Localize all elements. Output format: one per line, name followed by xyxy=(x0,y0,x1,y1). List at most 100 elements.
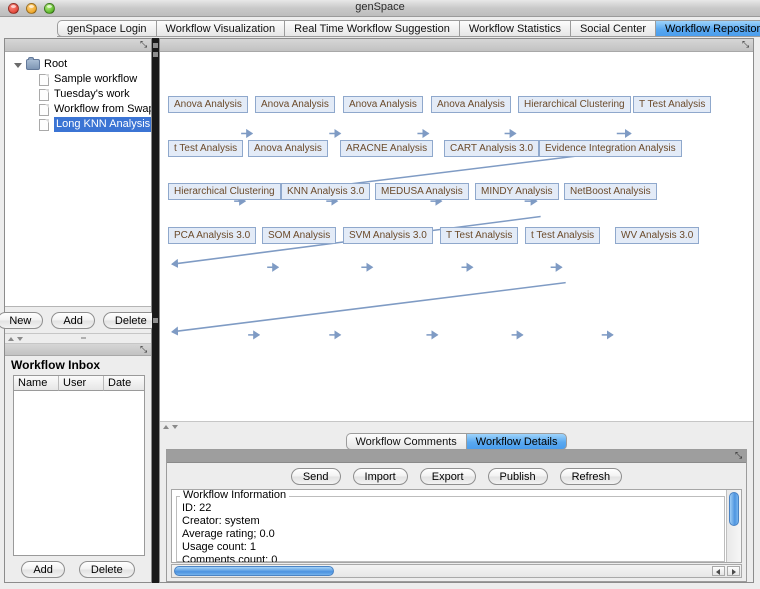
inbox-table-body[interactable] xyxy=(14,391,144,555)
document-icon xyxy=(39,73,49,86)
tree-scrollbar[interactable]: ⤡ xyxy=(5,39,151,52)
tab-workflow-statistics[interactable]: Workflow Statistics xyxy=(458,20,570,37)
scroll-left-arrow-icon[interactable] xyxy=(712,566,725,576)
tree-item-label: Long KNN Analysis xyxy=(54,117,151,132)
workflow-node[interactable]: KNN Analysis 3.0 xyxy=(281,183,371,200)
inbox-column-user[interactable]: User xyxy=(59,376,104,391)
import-button[interactable]: Import xyxy=(352,467,408,485)
main-tabbar: genSpace Login Workflow Visualization Re… xyxy=(0,17,760,37)
resize-corner-icon[interactable]: ⤡ xyxy=(140,345,149,354)
tree-item-workflow-from-swap[interactable]: Workflow from Swap xyxy=(5,102,151,117)
info-vertical-scrollbar-thumb[interactable] xyxy=(729,492,739,526)
left-horizontal-splitter[interactable] xyxy=(5,333,151,344)
export-button[interactable]: Export xyxy=(419,467,476,485)
app-window: genSpace genSpace Login Workflow Visuali… xyxy=(0,0,760,589)
document-icon xyxy=(39,103,49,116)
document-icon xyxy=(39,88,49,101)
tab-workflow-details[interactable]: Workflow Details xyxy=(465,433,568,450)
delete-workflow-button[interactable]: Delete xyxy=(102,311,159,329)
new-workflow-button[interactable]: New xyxy=(0,311,44,329)
workflow-node[interactable]: t Test Analysis xyxy=(168,140,244,157)
workflow-node[interactable]: Hierarchical Clustering xyxy=(168,183,281,200)
vertical-splitter[interactable] xyxy=(152,38,159,583)
workflow-node[interactable]: CART Analysis 3.0 xyxy=(444,140,540,157)
splitter-collapse-up-icon[interactable] xyxy=(163,425,169,429)
canvas-scrollbar[interactable]: ⤡ xyxy=(160,39,753,52)
workflow-tree[interactable]: Root Sample workflow Tuesday's work Work… xyxy=(5,52,151,306)
workflow-node[interactable]: T Test Analysis xyxy=(440,227,519,244)
add-workflow-button[interactable]: Add xyxy=(51,311,95,329)
right-panel: ⤡ Anova Analysis Anova Analysis Anova An… xyxy=(159,38,754,583)
workflow-node[interactable]: SVM Analysis 3.0 xyxy=(343,227,433,244)
publish-button[interactable]: Publish xyxy=(487,467,548,485)
detail-scrollbar[interactable]: ⤡ xyxy=(167,450,746,463)
tab-genspace-login[interactable]: genSpace Login xyxy=(57,20,156,37)
workflow-node[interactable]: MEDUSA Analysis xyxy=(375,183,469,200)
inbox-add-button[interactable]: Add xyxy=(21,560,65,578)
tree-item-tuesdays-work[interactable]: Tuesday's work xyxy=(5,87,151,102)
chevron-down-icon[interactable] xyxy=(13,59,24,70)
workflow-node[interactable]: WV Analysis 3.0 xyxy=(615,227,700,244)
workflow-node[interactable]: MINDY Analysis xyxy=(475,183,559,200)
workflow-tree-panel: ⤡ Root Sample workflow Tuesday's work Wo… xyxy=(5,39,151,307)
inbox-table[interactable]: Name User Date xyxy=(13,375,145,556)
inbox-title: Workflow Inbox xyxy=(5,356,151,374)
right-horizontal-splitter[interactable] xyxy=(160,421,753,432)
detail-horizontal-scrollbar-thumb[interactable] xyxy=(174,566,334,576)
workflow-graph-canvas[interactable]: Anova Analysis Anova Analysis Anova Anal… xyxy=(160,52,753,421)
workflow-inbox-panel: ⤡ Workflow Inbox Name User Date Add Dele… xyxy=(5,344,151,582)
inbox-column-date[interactable]: Date xyxy=(104,376,144,391)
inbox-button-row: Add Delete xyxy=(5,556,151,582)
workflow-node[interactable]: t Test Analysis xyxy=(525,227,601,244)
tree-item-label: Sample workflow xyxy=(54,73,138,85)
info-vertical-scrollbar[interactable] xyxy=(726,490,741,562)
resize-corner-icon[interactable]: ⤡ xyxy=(735,451,744,460)
workflow-canvas-panel: ⤡ Anova Analysis Anova Analysis Anova An… xyxy=(160,39,753,421)
refresh-button[interactable]: Refresh xyxy=(559,467,623,485)
splitter-grip xyxy=(81,337,86,339)
splitter-collapse-down-icon[interactable] xyxy=(172,425,178,429)
workflow-node[interactable]: SOM Analysis xyxy=(262,227,337,244)
resize-corner-icon[interactable]: ⤡ xyxy=(742,40,751,49)
tree-item-long-knn-analysis[interactable]: Long KNN Analysis xyxy=(5,117,151,132)
detail-tabbar: Workflow Comments Workflow Details xyxy=(160,432,753,450)
info-line-usage-count: Usage count: 1 xyxy=(182,541,256,553)
workflow-node[interactable]: NetBoost Analysis xyxy=(564,183,657,200)
tree-item-label: Tuesday's work xyxy=(54,88,130,100)
splitter-collapse-up-icon[interactable] xyxy=(8,336,14,341)
tab-workflow-visualization[interactable]: Workflow Visualization xyxy=(155,20,285,37)
inbox-column-name[interactable]: Name xyxy=(14,376,59,391)
document-icon xyxy=(39,118,49,131)
tab-workflow-repository[interactable]: Workflow Repository xyxy=(655,20,760,37)
inbox-scrollbar[interactable]: ⤡ xyxy=(5,344,151,356)
workflow-node[interactable]: ARACNE Analysis xyxy=(340,140,434,157)
send-button[interactable]: Send xyxy=(290,467,341,485)
workflow-node[interactable]: Anova Analysis xyxy=(255,96,335,113)
splitter-arrow-right-icon[interactable] xyxy=(153,52,158,57)
tab-social-center[interactable]: Social Center xyxy=(569,20,655,37)
window-title: genSpace xyxy=(355,1,405,13)
workflow-node[interactable]: PCA Analysis 3.0 xyxy=(168,227,257,244)
workflow-node[interactable]: Anova Analysis xyxy=(343,96,423,113)
splitter-collapse-down-icon[interactable] xyxy=(17,336,23,341)
tree-item-root[interactable]: Root xyxy=(5,57,151,72)
splitter-grip[interactable] xyxy=(153,318,158,323)
left-panel: ⤡ Root Sample workflow Tuesday's work Wo… xyxy=(0,38,159,583)
workflow-node[interactable]: Hierarchical Clustering xyxy=(518,96,631,113)
tree-item-sample-workflow[interactable]: Sample workflow xyxy=(5,72,151,87)
workflow-node[interactable]: Anova Analysis xyxy=(248,140,328,157)
tab-workflow-comments[interactable]: Workflow Comments xyxy=(345,433,466,450)
inbox-delete-button[interactable]: Delete xyxy=(78,560,135,578)
detail-horizontal-scrollbar[interactable] xyxy=(171,564,742,578)
resize-corner-icon[interactable]: ⤡ xyxy=(140,40,149,49)
detail-button-row: Send Import Export Publish Refresh xyxy=(167,463,746,489)
workflow-node[interactable]: Anova Analysis xyxy=(168,96,248,113)
workflow-detail-pane: Workflow Comments Workflow Details ⤡ Sen… xyxy=(160,432,753,582)
scroll-right-arrow-icon[interactable] xyxy=(727,566,740,576)
tree-item-label: Workflow from Swap xyxy=(54,103,151,115)
workflow-node[interactable]: T Test Analysis xyxy=(633,96,712,113)
splitter-arrow-left-icon[interactable] xyxy=(153,43,158,48)
tab-real-time-workflow-suggestion[interactable]: Real Time Workflow Suggestion xyxy=(284,20,459,37)
workflow-node[interactable]: Anova Analysis xyxy=(431,96,511,113)
workflow-node[interactable]: Evidence Integration Analysis xyxy=(539,140,682,157)
